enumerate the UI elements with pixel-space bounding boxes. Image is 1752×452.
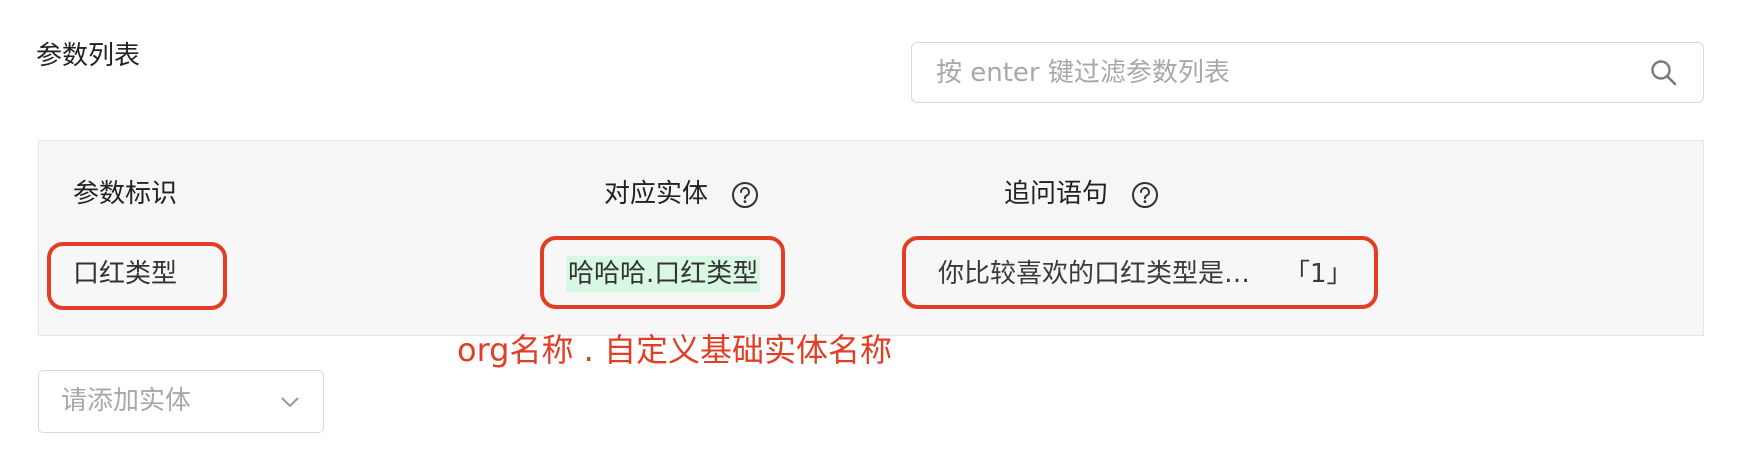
chevron-down-icon [279,391,301,413]
column-header-label: 追问语句 [1004,179,1109,209]
table-header: 参数标识 对应实体 追问语句 [39,141,1703,222]
question-circle-icon[interactable] [730,180,760,210]
section-title: 参数列表 [36,41,141,71]
search-input[interactable] [934,43,1618,103]
annotation-note: org名称 . 自定义基础实体名称 [457,331,893,369]
column-header-label: 参数标识 [73,179,178,209]
column-header-label: 对应实体 [604,179,709,209]
question-circle-icon[interactable] [1130,180,1160,210]
annotation-highlight-entity [540,236,785,309]
column-header-entity: 对应实体 [604,177,760,211]
table-row[interactable]: 口红类型 哈哈哈.口红类型 你比较喜欢的口红类型是… 「1」 [39,221,1703,335]
add-entity-select[interactable]: 请添加实体 [38,370,324,433]
annotation-highlight-param-id [47,242,227,310]
column-header-question: 追问语句 [1004,177,1160,211]
add-entity-placeholder: 请添加实体 [61,386,192,416]
params-table: 参数标识 对应实体 追问语句 口红类型 哈哈哈.口红类型 你比较喜欢的口红类型是… [38,140,1704,336]
annotation-highlight-question [902,236,1378,309]
column-header-param-id: 参数标识 [73,177,177,211]
search-box[interactable] [911,42,1704,103]
search-icon[interactable] [1649,58,1679,88]
